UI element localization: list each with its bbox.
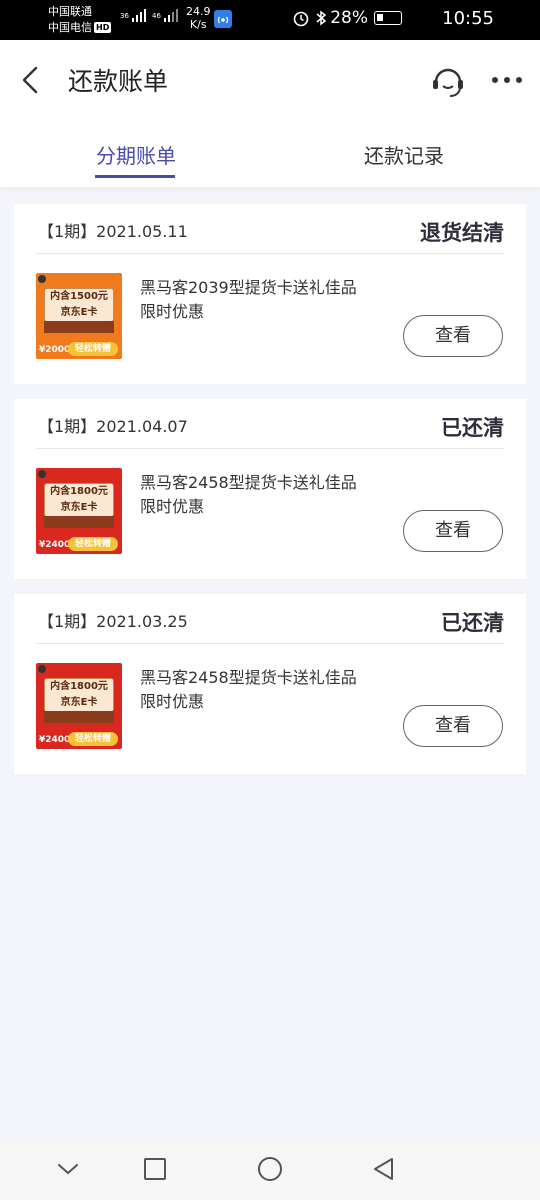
thumb-dot bbox=[38, 665, 46, 673]
product-title: 黑马客2458型提货卡送礼佳品 bbox=[140, 668, 357, 687]
thumb-dot bbox=[38, 470, 46, 478]
bill-card: 【1期】2021.04.07 已还清 内含1800元 京东E卡 ¥2400 轻松… bbox=[14, 399, 526, 579]
product-subtitle: 限时优惠 bbox=[140, 302, 205, 321]
view-button[interactable]: 查看 bbox=[403, 315, 503, 357]
app-header: 还款账单 bbox=[0, 40, 540, 120]
recent-apps-button[interactable] bbox=[142, 1156, 168, 1186]
hd-badge: HD bbox=[94, 22, 112, 33]
divider bbox=[36, 448, 504, 449]
signal-bars-icon bbox=[164, 9, 179, 22]
bill-card: 【1期】2021.05.11 退货结清 内含1500元 京东E卡 ¥2000 轻… bbox=[14, 204, 526, 384]
product-info: 黑马客2458型提货卡送礼佳品 限时优惠 bbox=[140, 666, 390, 714]
product-thumbnail[interactable]: 内含1800元 京东E卡 ¥2400 轻松转赠 bbox=[36, 663, 122, 749]
back-button[interactable] bbox=[14, 60, 50, 100]
bill-period: 【1期】2021.03.25 bbox=[38, 612, 188, 631]
status-bar: 中国联通 中国电信 HD 36 46 24.9 K/s 28% 10:55 bbox=[0, 0, 540, 40]
page-title: 还款账单 bbox=[68, 67, 169, 96]
circle-home-icon bbox=[258, 1157, 282, 1181]
product-subtitle: 限时优惠 bbox=[140, 497, 205, 516]
product-thumbnail[interactable]: 内含1500元 京东E卡 ¥2000 轻松转赠 bbox=[36, 273, 122, 359]
thumb-line2: 京东E卡 bbox=[60, 502, 98, 513]
thumb-slogan: 轻松转赠 bbox=[68, 732, 118, 746]
thumb-bar bbox=[44, 711, 114, 723]
wifi-hotspot-icon bbox=[214, 10, 232, 28]
product-info: 黑马客2458型提货卡送礼佳品 限时优惠 bbox=[140, 471, 390, 519]
status-icons: 28% bbox=[292, 8, 408, 28]
divider bbox=[36, 643, 504, 644]
divider bbox=[36, 253, 504, 254]
clock: 10:55 bbox=[442, 8, 494, 29]
signal-bars-icon bbox=[132, 9, 147, 22]
view-button[interactable]: 查看 bbox=[403, 510, 503, 552]
hide-nav-button[interactable] bbox=[56, 1156, 80, 1186]
carrier-2: 中国电信 bbox=[48, 21, 92, 34]
chevron-left-icon bbox=[22, 66, 38, 94]
tab-repayment-records[interactable]: 还款记录 bbox=[364, 140, 444, 169]
bill-period: 【1期】2021.04.07 bbox=[38, 417, 188, 436]
customer-service-icon bbox=[433, 68, 463, 97]
carrier-info: 中国联通 中国电信 HD bbox=[48, 4, 112, 36]
speed-unit: K/s bbox=[189, 18, 207, 31]
product-info: 黑马客2039型提货卡送礼佳品 限时优惠 bbox=[140, 276, 390, 324]
speed-value: 24.9 bbox=[186, 5, 211, 18]
battery-icon bbox=[374, 11, 402, 25]
bill-status: 已还清 bbox=[441, 611, 504, 635]
more-button[interactable] bbox=[488, 68, 528, 92]
system-nav-bar bbox=[0, 1140, 540, 1200]
product-thumbnail[interactable]: 内含1800元 京东E卡 ¥2400 轻松转赠 bbox=[36, 468, 122, 554]
system-back-button[interactable] bbox=[370, 1156, 398, 1188]
bill-status: 退货结清 bbox=[420, 221, 504, 245]
thumb-line2: 京东E卡 bbox=[60, 307, 98, 318]
thumb-card: 内含1800元 京东E卡 bbox=[44, 678, 114, 712]
customer-service-button[interactable] bbox=[428, 62, 468, 102]
active-tab-indicator bbox=[95, 175, 175, 178]
thumb-bar bbox=[44, 321, 114, 333]
product-title: 黑马客2458型提货卡送礼佳品 bbox=[140, 473, 357, 492]
thumb-dot bbox=[38, 275, 46, 283]
product-title: 黑马客2039型提货卡送礼佳品 bbox=[140, 278, 357, 297]
thumb-bar bbox=[44, 516, 114, 528]
alarm-icon bbox=[293, 11, 309, 27]
thumb-line1: 内含1500元 bbox=[50, 291, 108, 302]
thumb-card: 内含1800元 京东E卡 bbox=[44, 483, 114, 517]
bill-card: 【1期】2021.03.25 已还清 内含1800元 京东E卡 ¥2400 轻松… bbox=[14, 594, 526, 774]
bill-period: 【1期】2021.05.11 bbox=[38, 222, 188, 241]
signal-strength-2: 46 bbox=[152, 8, 183, 22]
product-subtitle: 限时优惠 bbox=[140, 692, 205, 711]
signal-strength-1: 36 bbox=[120, 8, 151, 22]
triangle-back-icon bbox=[374, 1158, 393, 1180]
signal-1-label: 36 bbox=[120, 12, 129, 20]
thumb-price: ¥2400 bbox=[39, 540, 71, 550]
thumb-line1: 内含1800元 bbox=[50, 681, 108, 692]
signal-2-label: 46 bbox=[152, 12, 161, 20]
more-dots-icon bbox=[492, 77, 522, 83]
thumb-slogan: 轻松转赠 bbox=[68, 342, 118, 356]
thumb-card: 内含1500元 京东E卡 bbox=[44, 288, 114, 322]
network-speed: 24.9 K/s bbox=[186, 5, 211, 31]
thumb-price: ¥2400 bbox=[39, 735, 71, 745]
view-button[interactable]: 查看 bbox=[403, 705, 503, 747]
home-button[interactable] bbox=[256, 1156, 284, 1188]
battery-percent: 28% bbox=[330, 8, 368, 28]
square-recent-icon bbox=[144, 1158, 166, 1180]
chevron-down-icon bbox=[58, 1164, 78, 1175]
thumb-line2: 京东E卡 bbox=[60, 697, 98, 708]
thumb-line1: 内含1800元 bbox=[50, 486, 108, 497]
bill-status: 已还清 bbox=[441, 416, 504, 440]
carrier-1: 中国联通 bbox=[48, 5, 92, 18]
thumb-slogan: 轻松转赠 bbox=[68, 537, 118, 551]
bluetooth-icon bbox=[316, 10, 327, 26]
thumb-price: ¥2000 bbox=[39, 345, 71, 355]
tab-installment-bills[interactable]: 分期账单 bbox=[96, 140, 176, 169]
bill-tabs: 分期账单 还款记录 bbox=[0, 120, 540, 188]
